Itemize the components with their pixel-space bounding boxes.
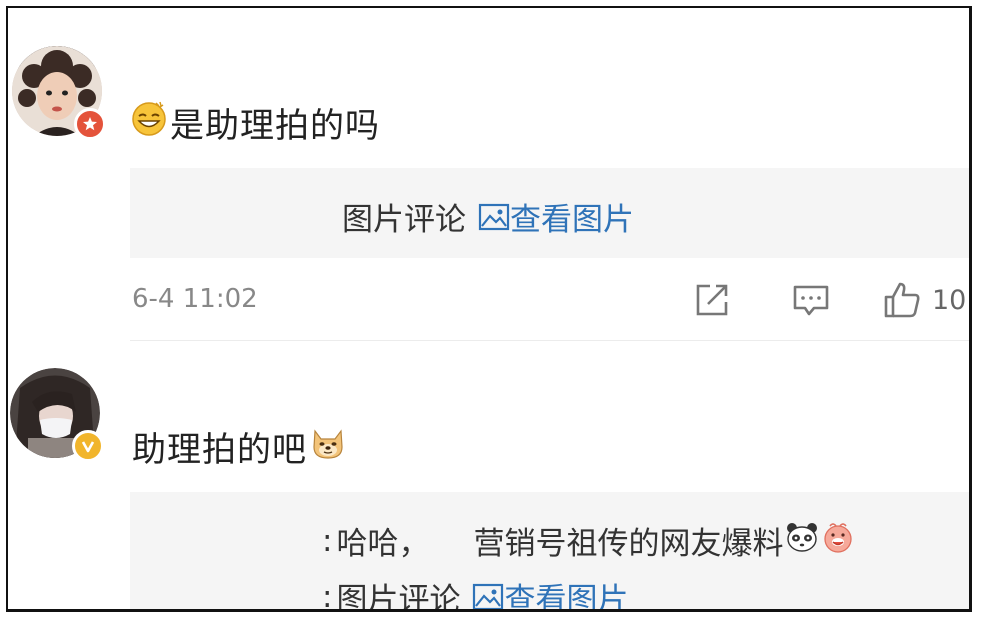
- pig-emoji-icon: [821, 520, 855, 562]
- reply-author-separator: :: [322, 578, 333, 612]
- comment-icon: [793, 285, 829, 316]
- doge-emoji-icon: [309, 423, 347, 470]
- comment-time: 6-4 11:02: [132, 284, 258, 314]
- verified-badge-icon: [74, 108, 106, 140]
- comment-text: 是助理拍的吗: [130, 99, 380, 146]
- picture-comment-label: 图片评论: [336, 582, 461, 612]
- verified-badge-icon: [72, 430, 104, 462]
- share-icon: [696, 284, 728, 316]
- comment-body: 是助理拍的吗: [170, 105, 380, 146]
- reply-author-separator: :: [322, 522, 333, 559]
- reply-line: : 图片评论 查看图片: [322, 574, 628, 612]
- thumbs-up-icon: [884, 282, 920, 318]
- panda-emoji-icon: [785, 520, 819, 562]
- image-icon: [472, 582, 504, 609]
- view-picture-link[interactable]: 查看图片: [472, 574, 628, 609]
- reply-text-b: 营销号祖传的网友爆料: [473, 526, 784, 562]
- comment-divider: [130, 340, 969, 341]
- comment-text: 助理拍的吧: [132, 423, 347, 470]
- reply-preview[interactable]: 图片评论 查看图片: [130, 168, 969, 258]
- picture-comment-label: 图片评论: [342, 202, 466, 238]
- like-button[interactable]: 10: [882, 278, 966, 322]
- reply-text-a: 哈哈，: [336, 526, 430, 562]
- share-button[interactable]: [692, 280, 732, 320]
- like-count: 10: [932, 284, 967, 316]
- comment-body: 助理拍的吧: [132, 429, 307, 470]
- reply-line: 图片评论 查看图片: [342, 194, 634, 239]
- screenshot-frame: 是助理拍的吗 图片评论 查看图片 6-4 11:02 10 助理拍的吧: 哈哈…: [6, 6, 972, 612]
- reply-line: : 哈哈， 营销号祖传的网友爆料: [322, 518, 855, 563]
- reply-preview[interactable]: : 哈哈， 营销号祖传的网友爆料: 图片评论 查看图片: [130, 492, 969, 612]
- comment-button[interactable]: [790, 280, 832, 322]
- image-icon: [478, 202, 510, 232]
- grin-emoji-icon: [130, 99, 168, 146]
- view-picture-link[interactable]: 查看图片: [478, 194, 634, 239]
